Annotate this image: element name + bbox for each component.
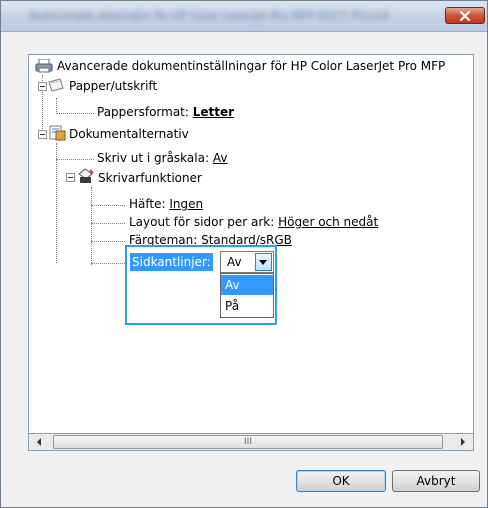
scroll-left-button[interactable] <box>31 434 47 450</box>
layout-label: Layout för sidor per ark: <box>129 215 275 229</box>
grayscale-label: Skriv ut i gråskala: <box>97 151 210 165</box>
tree-item-document-options[interactable]: Dokumentalternativ <box>69 125 189 143</box>
tree-connector <box>91 205 125 206</box>
tree-item-paper-size[interactable]: Pappersformat: Letter <box>97 103 234 121</box>
close-button[interactable] <box>445 7 485 24</box>
tree-item-booklet[interactable]: Häfte: Ingen <box>129 195 203 213</box>
scroll-right-button[interactable] <box>455 434 471 450</box>
paper-size-value[interactable]: Letter <box>193 105 234 119</box>
tree-item-printer-features[interactable]: Skrivarfunktioner <box>98 169 202 187</box>
printer-features-icon <box>77 168 95 187</box>
chevron-right-icon <box>461 438 465 446</box>
printer-icon <box>35 58 53 76</box>
collapse-toggle[interactable] <box>38 82 47 91</box>
tree-connector <box>56 98 57 114</box>
close-icon <box>459 11 471 21</box>
settings-tree[interactable]: Avancerade dokumentinställningar för HP … <box>28 54 474 434</box>
page-borders-select[interactable]: Av <box>220 251 274 273</box>
option-av[interactable]: Av <box>221 275 273 295</box>
title-bar[interactable]: Avancerade alternativ för HP Color Laser… <box>1 1 487 32</box>
tree-item-pages-layout[interactable]: Layout för sidor per ark: Höger och nedå… <box>129 213 378 231</box>
tree-item-grayscale[interactable]: Skriv ut i gråskala: Av <box>97 149 227 167</box>
collapse-toggle[interactable] <box>38 130 47 139</box>
window-title: Avancerade alternativ för HP Color Laser… <box>29 9 390 22</box>
document-options-icon <box>48 125 66 144</box>
tree-root-label[interactable]: Avancerade dokumentinställningar för HP … <box>57 57 445 75</box>
chevron-down-icon[interactable] <box>255 253 272 271</box>
tree-connector <box>91 187 92 265</box>
scroll-grip: III <box>244 437 252 447</box>
layout-value[interactable]: Höger och nedåt <box>278 215 378 229</box>
page-borders-selected-value: Av <box>227 255 242 269</box>
booklet-value[interactable]: Ingen <box>169 197 203 211</box>
ok-button[interactable]: OK <box>296 470 386 492</box>
collapse-toggle[interactable] <box>66 173 75 182</box>
chevron-left-icon <box>37 438 41 446</box>
page-borders-options[interactable]: Av På <box>220 273 274 318</box>
tree-connector <box>56 143 57 263</box>
tree-connector <box>91 241 125 242</box>
page-borders-label[interactable]: Sidkantlinjer: <box>130 253 213 271</box>
paper-size-label: Pappersformat: <box>97 105 189 119</box>
tree-connector <box>56 159 94 160</box>
option-pa[interactable]: På <box>221 296 273 316</box>
tree-item-paper[interactable]: Papper/utskrift <box>69 77 157 95</box>
cancel-button[interactable]: Avbryt <box>392 470 480 492</box>
scroll-thumb[interactable]: III <box>53 435 443 449</box>
paper-icon <box>48 78 64 95</box>
tree-connector <box>91 263 125 264</box>
grayscale-value[interactable]: Av <box>213 151 228 165</box>
horizontal-scrollbar[interactable]: III <box>28 434 474 451</box>
booklet-label: Häfte: <box>129 197 166 211</box>
tree-connector <box>56 113 94 114</box>
tree-connector <box>91 223 125 224</box>
